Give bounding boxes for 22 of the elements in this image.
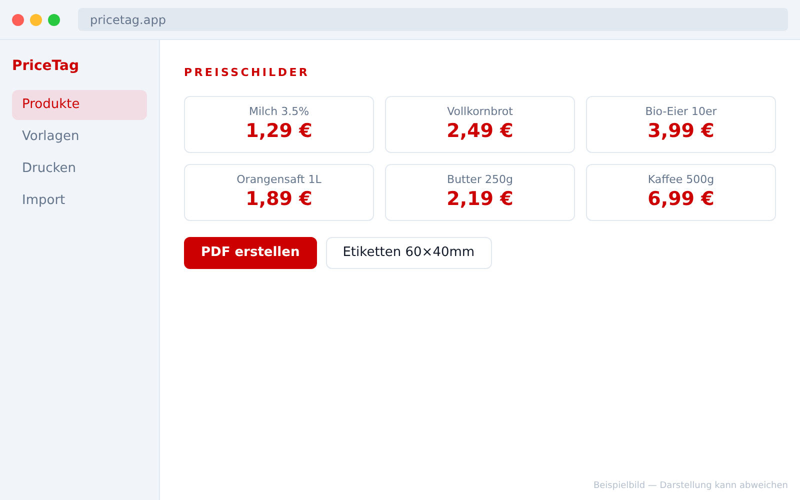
sidebar-item[interactable]: Drucken	[12, 154, 147, 184]
sidebar-item[interactable]: Produkte	[12, 90, 147, 120]
product-price: 6,99 €	[648, 187, 714, 211]
product-price: 2,49 €	[446, 119, 514, 143]
sidebar-item[interactable]: Vorlagen	[12, 122, 147, 152]
product-price: 3,99 €	[648, 119, 714, 143]
product-name: Milch 3.5%	[248, 105, 310, 119]
product-name: Bio-Eier 10er	[645, 105, 717, 119]
product-name: Kaffee 500g	[648, 173, 714, 187]
product-name: Orangensaft 1L	[236, 173, 322, 187]
section-heading: PREISSCHILDER	[184, 65, 311, 81]
sidebar-item[interactable]: Import	[12, 186, 147, 216]
product-name: Butter 250g	[447, 173, 513, 187]
product-price: 1,89 €	[246, 187, 312, 211]
label-size-button[interactable]: Etiketten 60×40mm	[326, 236, 492, 268]
product-price: 2,19 €	[446, 187, 514, 211]
product-name: Vollkornbrot	[447, 105, 513, 119]
create-pdf-button[interactable]: PDF erstellen	[184, 236, 317, 268]
footer-note: Beispielbild — Darstellung kann abweichen	[593, 480, 788, 492]
product-price: 1,29 €	[246, 119, 312, 143]
address-bar[interactable]: pricetag.app	[78, 8, 788, 31]
brand-name: PriceTag	[12, 57, 80, 76]
